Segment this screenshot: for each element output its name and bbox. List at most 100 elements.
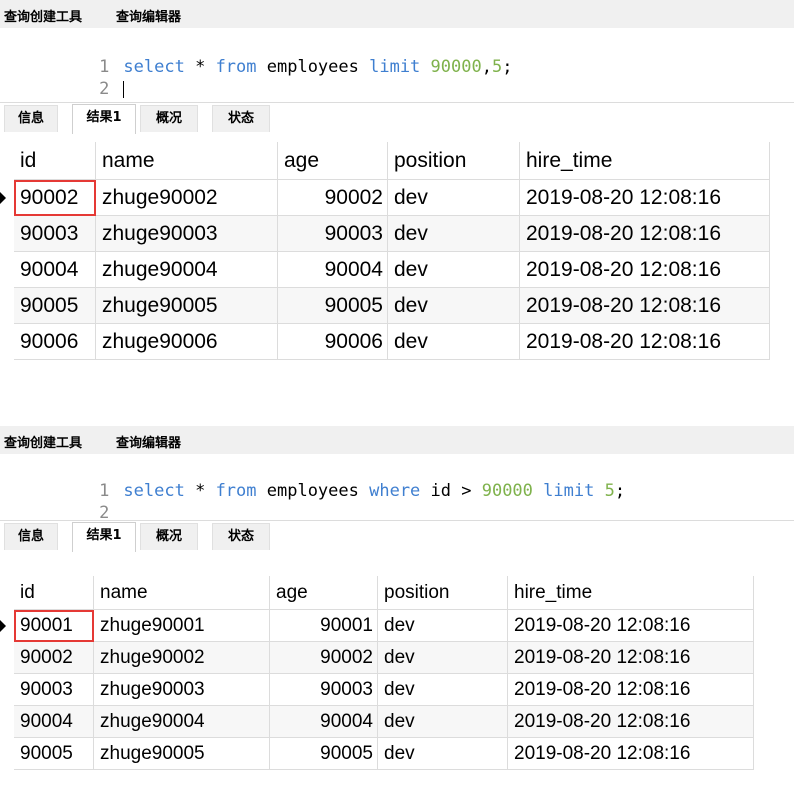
table-row[interactable]: 90005 zhuge90005 90005 dev 2019-08-20 12:08:… <box>0 288 794 324</box>
sql-keyword: from <box>215 57 257 77</box>
cell-position[interactable]: dev <box>388 324 520 360</box>
tab-status[interactable]: 状态 <box>212 105 270 132</box>
tab-status[interactable]: 状态 <box>212 523 270 550</box>
column-header-name[interactable]: name <box>94 576 270 610</box>
cell-hire-time[interactable]: 2019-08-20 12:08:16 <box>520 324 770 360</box>
cell-position[interactable]: dev <box>388 288 520 324</box>
cell-id[interactable]: 90003 <box>14 674 94 706</box>
cell-name[interactable]: zhuge90002 <box>96 180 278 216</box>
column-header-age[interactable]: age <box>270 576 378 610</box>
cell-age[interactable]: 90005 <box>278 288 388 324</box>
cell-name[interactable]: zhuge90005 <box>94 738 270 770</box>
sql-keyword: select <box>123 57 185 77</box>
column-header-age[interactable]: age <box>278 142 388 180</box>
cell-age[interactable]: 90001 <box>270 610 378 642</box>
cell-age[interactable]: 90003 <box>270 674 378 706</box>
tab-overview[interactable]: 概况 <box>140 105 198 132</box>
cell-hire-time[interactable]: 2019-08-20 12:08:16 <box>520 216 770 252</box>
cell-hire-time[interactable]: 2019-08-20 12:08:16 <box>508 674 754 706</box>
table-row[interactable]: 90005 zhuge90005 90005 dev 2019-08-20 12:08:… <box>0 738 794 770</box>
column-header-hire-time[interactable]: hire_time <box>508 576 754 610</box>
cell-position[interactable]: dev <box>378 642 508 674</box>
cell-age[interactable]: 90004 <box>270 706 378 738</box>
tab-result-1[interactable]: 结果1 <box>72 522 136 552</box>
cell-id[interactable]: 90005 <box>14 288 96 324</box>
cell-id[interactable]: 90004 <box>14 706 94 738</box>
sql-keyword: limit <box>369 57 421 77</box>
sql-editor[interactable]: 1 select * from employees where id > 9000… <box>0 454 794 523</box>
sql-number: 90000 <box>481 481 533 501</box>
cell-hire-time[interactable]: 2019-08-20 12:08:16 <box>520 252 770 288</box>
table-row[interactable]: 90003 zhuge90003 90003 dev 2019-08-20 12:08:… <box>0 674 794 706</box>
sql-number: 90000 <box>430 57 482 77</box>
cell-age[interactable]: 90002 <box>270 642 378 674</box>
cell-name[interactable]: zhuge90004 <box>96 252 278 288</box>
column-header-position[interactable]: position <box>378 576 508 610</box>
sql-text: * <box>184 57 216 77</box>
tab-info[interactable]: 信息 <box>4 105 58 132</box>
query-panel-1: 查询创建工具 查询编辑器 1 select * from employees li… <box>0 0 794 388</box>
cell-position[interactable]: dev <box>388 216 520 252</box>
cell-name[interactable]: zhuge90006 <box>96 324 278 360</box>
cell-hire-time[interactable]: 2019-08-20 12:08:16 <box>508 706 754 738</box>
cell-position[interactable]: dev <box>388 180 520 216</box>
tab-info[interactable]: 信息 <box>4 523 58 550</box>
cell-name[interactable]: zhuge90003 <box>94 674 270 706</box>
cell-hire-time[interactable]: 2019-08-20 12:08:16 <box>508 610 754 642</box>
tab-query-editor[interactable]: 查询编辑器 <box>116 432 181 451</box>
column-header-id[interactable]: id <box>14 142 96 180</box>
cell-hire-time[interactable]: 2019-08-20 12:08:16 <box>508 738 754 770</box>
table-row[interactable]: 90006 zhuge90006 90006 dev 2019-08-20 12:08:… <box>0 324 794 360</box>
cell-id[interactable]: 90003 <box>14 216 96 252</box>
cell-hire-time[interactable]: 2019-08-20 12:08:16 <box>520 288 770 324</box>
table-row[interactable]: 90004 zhuge90004 90004 dev 2019-08-20 12:08:… <box>0 252 794 288</box>
column-header-id[interactable]: id <box>14 576 94 610</box>
editor-tab-bar: 查询创建工具 查询编辑器 <box>0 0 794 28</box>
sql-text: id > <box>420 481 482 501</box>
result-grid: id name age position hire_time 90002 zhuge9000… <box>0 142 794 382</box>
column-header-hire-time[interactable]: hire_time <box>520 142 770 180</box>
cell-id[interactable]: 90002 <box>14 642 94 674</box>
current-row-marker-icon <box>0 192 6 204</box>
cell-name[interactable]: zhuge90001 <box>94 610 270 642</box>
cell-position[interactable]: dev <box>378 674 508 706</box>
cell-position[interactable]: dev <box>378 706 508 738</box>
table-row[interactable]: 90001 zhuge90001 90001 dev 2019-08-20 12:08:… <box>0 610 794 642</box>
table-row[interactable]: 90002 zhuge90002 90002 dev 2019-08-20 12:08:… <box>0 180 794 216</box>
cell-age[interactable]: 90006 <box>278 324 388 360</box>
column-header-position[interactable]: position <box>388 142 520 180</box>
cell-id[interactable]: 90006 <box>14 324 96 360</box>
cell-hire-time[interactable]: 2019-08-20 12:08:16 <box>508 642 754 674</box>
cell-name[interactable]: zhuge90003 <box>96 216 278 252</box>
cell-age[interactable]: 90004 <box>278 252 388 288</box>
cell-id[interactable]: 90004 <box>14 252 96 288</box>
cell-hire-time[interactable]: 2019-08-20 12:08:16 <box>520 180 770 216</box>
sql-text: , <box>481 57 492 77</box>
cell-age[interactable]: 90005 <box>270 738 378 770</box>
sql-editor[interactable]: 1 select * from employees limit 90000,5; … <box>0 28 794 102</box>
cell-position[interactable]: dev <box>378 738 508 770</box>
cell-age[interactable]: 90002 <box>278 180 388 216</box>
cell-id[interactable]: 90005 <box>14 738 94 770</box>
sql-text: ; <box>502 57 513 77</box>
cell-name[interactable]: zhuge90002 <box>94 642 270 674</box>
query-panel-2: 查询创建工具 查询编辑器 1 select * from employees wh… <box>0 426 794 812</box>
tab-query-builder[interactable]: 查询创建工具 <box>4 432 82 451</box>
cell-name[interactable]: zhuge90004 <box>94 706 270 738</box>
table-header-row[interactable]: id name age position hire_time <box>0 576 794 610</box>
tab-result-1[interactable]: 结果1 <box>72 104 136 134</box>
column-header-name[interactable]: name <box>96 142 278 180</box>
tab-query-editor[interactable]: 查询编辑器 <box>116 6 181 25</box>
tab-overview[interactable]: 概况 <box>140 523 198 550</box>
cell-position[interactable]: dev <box>388 252 520 288</box>
table-row[interactable]: 90002 zhuge90002 90002 dev 2019-08-20 12:08:… <box>0 642 794 674</box>
cell-age[interactable]: 90003 <box>278 216 388 252</box>
table-row[interactable]: 90004 zhuge90004 90004 dev 2019-08-20 12:08:… <box>0 706 794 738</box>
table-row[interactable]: 90003 zhuge90003 90003 dev 2019-08-20 12:08:… <box>0 216 794 252</box>
tab-query-builder[interactable]: 查询创建工具 <box>4 6 82 25</box>
cell-name[interactable]: zhuge90005 <box>96 288 278 324</box>
cell-position[interactable]: dev <box>378 610 508 642</box>
table-header-row[interactable]: id name age position hire_time <box>0 142 794 180</box>
highlight-box <box>14 610 94 642</box>
